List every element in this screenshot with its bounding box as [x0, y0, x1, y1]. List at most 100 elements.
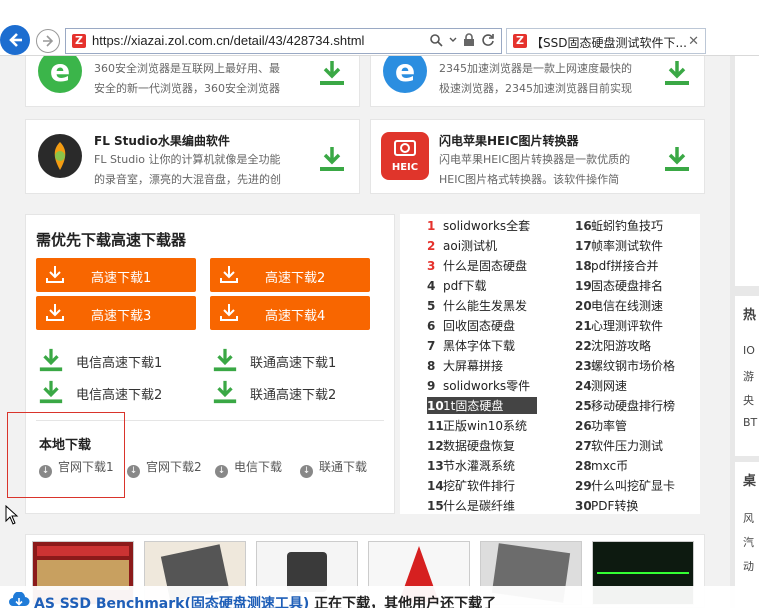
hot-search-item[interactable]: 12数据硬盘恢复: [427, 437, 577, 454]
hot-search-item[interactable]: 2 aoi测试机: [427, 237, 577, 254]
lock-icon[interactable]: [463, 33, 475, 47]
sidebar-item[interactable]: 风: [743, 510, 754, 526]
hot-search-item[interactable]: 22沈阳游攻略: [575, 337, 725, 354]
rank-number: 11: [427, 419, 444, 433]
browser-window: Z https://xiazai.zol.com.cn/detail/43/42…: [0, 0, 759, 608]
close-icon[interactable]: ✕: [688, 34, 699, 49]
hot-search-item[interactable]: 24测网速: [575, 377, 725, 394]
hot-search-label: 功率管: [591, 419, 628, 433]
hot-search-label: 固态硬盘排名: [591, 279, 664, 293]
hot-search-item[interactable]: 6 回收固态硬盘: [427, 317, 577, 334]
hot-search-label: 回收固态硬盘: [443, 319, 516, 333]
sidebar-item[interactable]: 汽: [743, 534, 754, 550]
app-desc: 2345加速浏览器是一款上网速度最快的 极速浏览器，2345加速浏览器目前实现: [439, 62, 632, 95]
hot-search-item[interactable]: 101t固态硬盘: [427, 397, 537, 414]
rank-number: 28: [575, 459, 592, 473]
official-download-2[interactable]: ↓ 官网下载2: [127, 458, 202, 478]
rank-number: 4: [427, 279, 436, 293]
rank-number: 8: [427, 359, 436, 373]
banner-link[interactable]: AS SSD Benchmark(固态硬盘测速工具): [34, 596, 309, 608]
download-icon[interactable]: [319, 145, 345, 173]
hot-search-label: 数据硬盘恢复: [443, 439, 516, 453]
fast-download-button-4[interactable]: 高速下载4: [210, 296, 370, 330]
hot-search-label: 电信在线测速: [591, 299, 664, 313]
hot-search-item[interactable]: 26功率管: [575, 417, 725, 434]
chevron-down-icon[interactable]: [449, 33, 457, 47]
telecom-download[interactable]: ↓ 电信下载: [215, 458, 282, 478]
download-icon: [46, 304, 64, 321]
hot-search-item[interactable]: 14挖矿软件排行: [427, 477, 577, 494]
download-notice-banner[interactable]: AS SSD Benchmark(固态硬盘测速工具) 正在下载，其他用户还下载了: [0, 586, 759, 608]
unicom-download[interactable]: ↓ 联通下载: [300, 458, 367, 478]
back-button[interactable]: [0, 25, 30, 55]
hot-search-label: PDF转换: [591, 499, 639, 513]
sidebar-item[interactable]: 动: [743, 558, 754, 574]
browser-tab[interactable]: Z 【SSD固态硬盘测试软件下... ✕: [506, 28, 706, 54]
app-card-2345[interactable]: e 2345加速浏览器是一款上网速度最快的 极速浏览器，2345加速浏览器目前实现: [370, 56, 705, 107]
fast-download-button-1[interactable]: 高速下载1: [36, 258, 196, 292]
hot-search-item[interactable]: 23螺纹钢市场价格: [575, 357, 725, 374]
hot-search-item[interactable]: 19固态硬盘排名: [575, 277, 725, 294]
rank-number: 5: [427, 299, 436, 313]
unicom-fast-link-2[interactable]: 联通高速下载2: [212, 379, 372, 405]
flstudio-icon: [38, 134, 82, 178]
hot-search-item[interactable]: 25移动硬盘排行榜: [575, 397, 725, 414]
sidebar-item[interactable]: BT: [743, 416, 757, 429]
hot-search-item[interactable]: 5 什么能生发黑发: [427, 297, 577, 314]
fast-download-button-3[interactable]: 高速下载3: [36, 296, 196, 330]
hot-search-item[interactable]: 7 黑体字体下载: [427, 337, 577, 354]
rank-number: 18: [575, 259, 592, 273]
download-icon[interactable]: [664, 59, 690, 87]
sidebar-item[interactable]: 游: [743, 368, 754, 384]
hot-search-item[interactable]: 16蚯蚓钓鱼技巧: [575, 217, 725, 234]
address-bar[interactable]: Z https://xiazai.zol.com.cn/detail/43/42…: [65, 28, 502, 54]
telecom-fast-link-2[interactable]: 电信高速下载2: [38, 379, 198, 405]
hot-search-item[interactable]: 27软件压力测试: [575, 437, 725, 454]
app-card-flstudio[interactable]: FL Studio水果编曲软件 FL Studio 让你的计算机就像是全功能 的录…: [25, 119, 360, 194]
hot-search-item[interactable]: 18pdf拼接合并: [575, 257, 725, 274]
hot-search-item[interactable]: 28mxc币: [575, 457, 725, 474]
app-card-360[interactable]: e 360安全浏览器是互联网上最好用、最 安全的新一代浏览器，360安全浏览器: [25, 56, 360, 107]
hot-search-item[interactable]: 8 大屏幕拼接: [427, 357, 577, 374]
hot-search-label: aoi测试机: [443, 239, 498, 253]
hot-search-item[interactable]: 21心理测评软件: [575, 317, 725, 334]
hot-search-item[interactable]: 3 什么是固态硬盘: [427, 257, 577, 274]
rank-number: 1: [427, 219, 436, 233]
hot-search-item[interactable]: 11正版win10系统: [427, 417, 577, 434]
hot-search-item[interactable]: 4 pdf下载: [427, 277, 577, 294]
hot-search-label: 蚯蚓钓鱼技巧: [591, 219, 664, 233]
rank-number: 7: [427, 339, 436, 353]
fast-download-button-2[interactable]: 高速下载2: [210, 258, 370, 292]
rank-number: 20: [575, 299, 592, 313]
telecom-fast-link-1[interactable]: 电信高速下载1: [38, 347, 198, 373]
download-icon[interactable]: [319, 59, 345, 87]
unicom-fast-link-1[interactable]: 联通高速下载1: [212, 347, 372, 373]
hot-search-item[interactable]: 1 solidworks全套: [427, 217, 577, 234]
app-card-heic[interactable]: HEIC 闪电苹果HEIC图片转换器 闪电苹果HEIC图片转换器是一款优质的 HE…: [370, 119, 705, 194]
hot-search-item[interactable]: 13节水灌溉系统: [427, 457, 577, 474]
url-text[interactable]: https://xiazai.zol.com.cn/detail/43/4287…: [92, 33, 364, 48]
heic-icon: HEIC: [381, 132, 429, 180]
download-icon: [213, 380, 237, 404]
sidebar-item[interactable]: IO: [743, 344, 755, 357]
rank-number: 29: [575, 479, 592, 493]
forward-button[interactable]: [36, 29, 60, 53]
app-title[interactable]: FL Studio水果编曲软件: [94, 132, 230, 149]
hot-search-label: 螺纹钢市场价格: [591, 359, 676, 373]
refresh-icon[interactable]: [481, 33, 495, 47]
hot-search-item[interactable]: 17帧率测试软件: [575, 237, 725, 254]
sidebar-item[interactable]: 央: [743, 392, 754, 408]
hot-search-item[interactable]: 20电信在线测速: [575, 297, 725, 314]
rank-number: 26: [575, 419, 592, 433]
hot-search-item[interactable]: 9 solidworks零件: [427, 377, 577, 394]
hot-search-label: solidworks全套: [443, 219, 531, 233]
arrow-left-icon: [9, 33, 22, 47]
download-icon[interactable]: [664, 145, 690, 173]
hot-search-item[interactable]: 29什么叫挖矿显卡: [575, 477, 725, 494]
app-title[interactable]: 闪电苹果HEIC图片转换器: [439, 132, 579, 149]
search-icon[interactable]: [429, 33, 443, 47]
hot-search-list: 1 solidworks全套 2 aoi测试机 3 什么是固态硬盘 4 pdf下载 5 什么能生发…: [400, 214, 700, 514]
hot-search-item[interactable]: 15什么是碳纤维: [427, 497, 577, 514]
rank-number: 30: [575, 499, 592, 513]
hot-search-item[interactable]: 30PDF转换: [575, 497, 725, 514]
